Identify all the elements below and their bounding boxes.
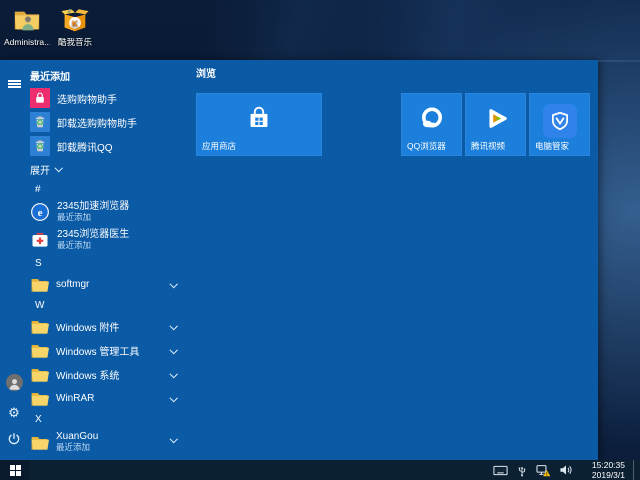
recently-added-badge: 最近添加: [57, 211, 92, 222]
folder-icon: [31, 344, 49, 358]
expand-toggle[interactable]: 展开: [30, 158, 188, 180]
tile-row: 应用商店 QQ浏览器 腾讯视频 电脑管家: [196, 93, 590, 156]
chevron-down-icon: [169, 280, 178, 288]
start-app-list: 最近添加 选购购物助手 ♻ 卸载选购购物助手 ♻ 卸载腾讯QQ 展开 # e 2…: [30, 70, 188, 456]
recently-added-badge: 最近添加: [57, 239, 92, 250]
folder-item-xuangou[interactable]: XuanGou 最近添加: [30, 428, 188, 456]
app-item-uninstall-shopping-assistant[interactable]: ♻ 卸载选购购物助手: [30, 110, 188, 134]
volume-icon[interactable]: [559, 460, 573, 480]
tile-qq-browser[interactable]: QQ浏览器: [401, 93, 462, 156]
svg-text:e: e: [38, 207, 43, 219]
desktop-screen: Administra... K ♪ 酷我音乐 ⚙ 最近添加 选购购物助手 ♻ 卸…: [0, 0, 640, 480]
desktop-icon-label: Administra...: [4, 38, 50, 47]
settings-gear-icon[interactable]: ⚙: [0, 400, 28, 424]
start-menu: ⚙ 最近添加 选购购物助手 ♻ 卸载选购购物助手 ♻ 卸载腾讯QQ 展开 # e…: [0, 60, 598, 460]
folder-item-windows-admin-tools[interactable]: Windows 管理工具: [30, 338, 188, 362]
app-item-2345-browser[interactable]: e 2345加速浏览器 最近添加: [30, 198, 188, 226]
start-button[interactable]: [0, 460, 30, 480]
section-letter-label: #: [35, 183, 41, 195]
desktop-icon-kuwo-music[interactable]: K ♪ 酷我音乐: [52, 4, 98, 47]
chevron-down-icon: [54, 163, 63, 172]
tile-label: 腾讯视频: [471, 141, 506, 151]
folder-icon: [31, 392, 49, 406]
svg-text:K: K: [72, 19, 78, 29]
windows-logo-icon: [9, 464, 21, 476]
tile-group-header[interactable]: 浏览: [196, 68, 590, 84]
clock-date: 2019/3/1: [591, 470, 625, 480]
expand-label: 展开: [30, 165, 50, 177]
section-letter-label: S: [35, 257, 42, 269]
tile-label: 应用商店: [202, 141, 237, 151]
tencent-video-icon: [481, 103, 511, 138]
folder-item-label: Windows 附件: [56, 322, 120, 334]
power-icon[interactable]: [0, 427, 28, 451]
chevron-down-icon: [169, 435, 178, 443]
folder-icon: [31, 320, 49, 334]
chevron-down-icon: [169, 370, 178, 378]
taskbar: 15:20:35 2019/3/1: [0, 460, 640, 480]
section-letter-w[interactable]: W: [30, 296, 188, 314]
kuwo-music-icon: K ♪: [52, 4, 98, 36]
section-letter-hash[interactable]: #: [30, 180, 188, 198]
pc-manager-shield-icon: [542, 103, 577, 138]
app-item-label: 卸载腾讯QQ: [57, 142, 113, 154]
user-account-icon[interactable]: [0, 370, 28, 394]
section-letter-x[interactable]: X: [30, 410, 188, 428]
tile-label: 电脑管家: [535, 141, 570, 151]
uninstall-trash-icon: ♻: [30, 112, 50, 132]
store-bag-icon: [244, 103, 274, 138]
first-aid-kit-icon: [30, 230, 50, 250]
folder-item-label: WinRAR: [56, 392, 95, 404]
tile-label: QQ浏览器: [407, 141, 446, 151]
tile-app-store[interactable]: 应用商店: [196, 93, 322, 156]
folder-icon: [31, 368, 49, 382]
uninstall-trash-icon: ♻: [30, 136, 50, 156]
keyboard-icon[interactable]: [493, 460, 508, 480]
show-desktop-button[interactable]: [633, 460, 637, 480]
folder-item-label: softmgr: [56, 278, 90, 290]
network-warning-icon[interactable]: [536, 460, 551, 480]
qq-browser-icon: [416, 102, 448, 139]
folder-item-windows-system[interactable]: Windows 系统: [30, 362, 188, 386]
app-item-label: 卸载选购购物助手: [57, 118, 137, 130]
tile-pc-manager[interactable]: 电脑管家: [529, 93, 590, 156]
chevron-down-icon: [169, 346, 178, 354]
section-letter-s[interactable]: S: [30, 254, 188, 272]
folder-item-windows-accessories[interactable]: Windows 附件: [30, 314, 188, 338]
shopping-bag-icon: [30, 88, 50, 108]
hamburger-menu-icon[interactable]: [0, 72, 28, 96]
app-item-2345-browser-doctor[interactable]: 2345浏览器医生 最近添加: [30, 226, 188, 254]
svg-text:♪: ♪: [68, 6, 72, 15]
recycle-glyph: ♻: [35, 141, 45, 152]
desktop-icon-label: 酷我音乐: [57, 38, 92, 47]
folder-item-label: Windows 管理工具: [56, 346, 140, 358]
folder-icon: [31, 436, 49, 450]
folder-item-softmgr[interactable]: softmgr: [30, 272, 188, 296]
folder-item-winrar[interactable]: WinRAR: [30, 386, 188, 410]
user-folder-icon: [4, 4, 50, 36]
recycle-glyph: ♻: [35, 117, 45, 128]
desktop-icon-administrator-folder[interactable]: Administra...: [4, 4, 50, 47]
usb-icon[interactable]: [516, 460, 528, 480]
recently-added-badge: 最近添加: [56, 441, 91, 452]
browser-e-icon: e: [30, 202, 50, 222]
clock-time: 15:20:35: [591, 459, 625, 470]
chevron-down-icon: [169, 322, 178, 330]
tile-tencent-video[interactable]: 腾讯视频: [465, 93, 526, 156]
section-letter-label: W: [35, 299, 45, 311]
chevron-down-icon: [169, 394, 178, 402]
app-item-shopping-assistant[interactable]: 选购购物助手: [30, 86, 188, 110]
start-tiles-area: 浏览 应用商店 QQ浏览器 腾讯视频 电脑管家: [196, 68, 590, 156]
recently-added-header: 最近添加: [30, 72, 70, 83]
system-tray: 15:20:35 2019/3/1: [493, 460, 640, 480]
taskbar-clock[interactable]: 15:20:35 2019/3/1: [581, 460, 625, 480]
folder-icon: [31, 278, 49, 292]
start-menu-rail: ⚙: [0, 60, 28, 460]
folder-item-label: Windows 系统: [56, 370, 120, 382]
app-item-uninstall-qq[interactable]: ♻ 卸载腾讯QQ: [30, 134, 188, 158]
avatar: [5, 373, 23, 391]
app-item-label: 选购购物助手: [57, 94, 117, 106]
section-letter-label: X: [35, 413, 42, 425]
